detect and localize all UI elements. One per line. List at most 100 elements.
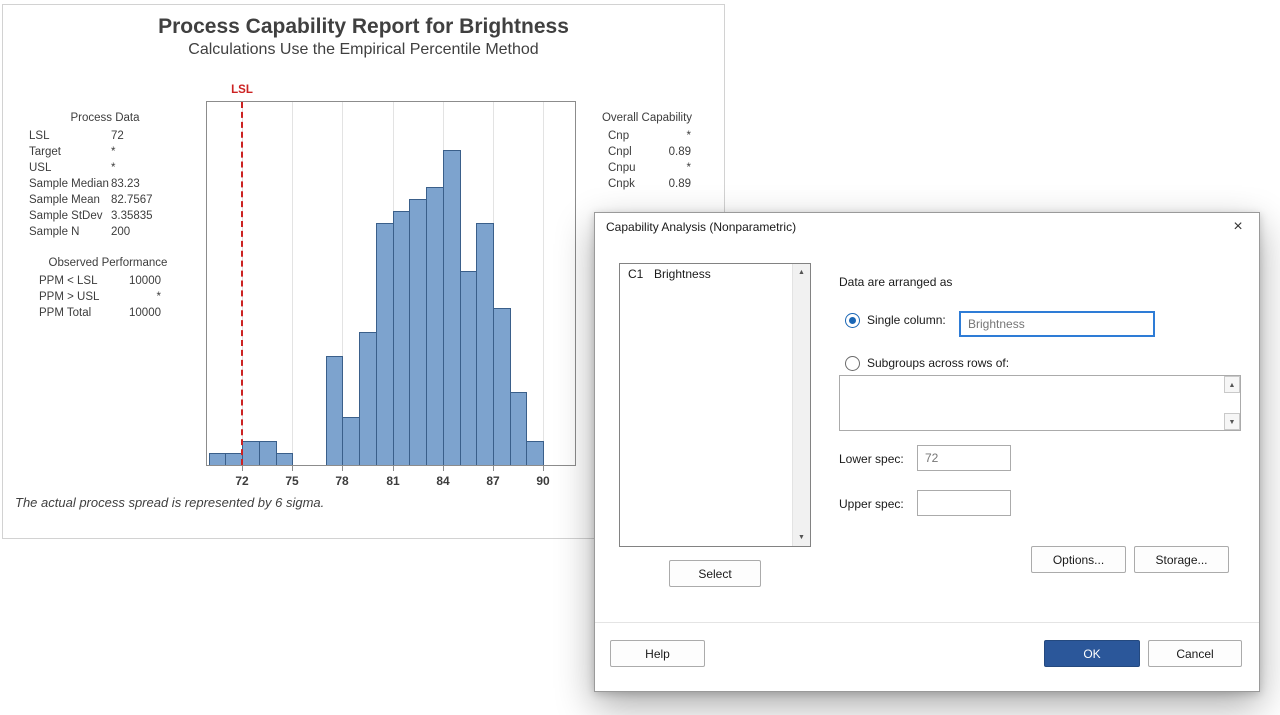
gridline [543, 102, 544, 465]
stat-value: 0.89 [669, 176, 691, 192]
options-button[interactable]: Options... [1031, 546, 1126, 573]
column-list-item[interactable]: C1Brightness [620, 264, 793, 284]
stat-row: PPM Total 10000 [39, 305, 161, 321]
x-tick-mark [493, 466, 494, 471]
upper-spec-input[interactable] [917, 490, 1011, 516]
single-column-input[interactable] [959, 311, 1155, 337]
close-icon[interactable]: × [1221, 213, 1255, 241]
listbox-scrollbar[interactable]: ▲ ▼ [792, 264, 810, 546]
stat-row: LSL 72 [29, 128, 199, 144]
stat-label: Cnpl [608, 144, 632, 160]
stat-label: Cnp [608, 128, 629, 144]
upper-spec-label: Upper spec: [839, 497, 904, 511]
stat-row: PPM > USL* [39, 289, 161, 305]
histogram-bar [393, 211, 410, 465]
capability-analysis-dialog: Capability Analysis (Nonparametric) × C1… [594, 212, 1260, 692]
gridline [292, 102, 293, 465]
stat-label: PPM < LSL [39, 273, 98, 289]
footer-divider [595, 622, 1259, 623]
stat-value: 72 [111, 128, 124, 144]
stat-value: 0.89 [669, 144, 691, 160]
stat-row: Sample StDev 3.35835 [29, 208, 199, 224]
x-tick-mark [242, 466, 243, 471]
stat-value: 10000 [129, 273, 161, 289]
histogram-bar [326, 356, 343, 465]
overall-capability-rows: Cnp * Cnpl 0.89Cnpu*Cnpk 0.89 [608, 128, 691, 192]
storage-button[interactable]: Storage... [1134, 546, 1229, 573]
stat-label: PPM > USL [39, 289, 99, 305]
single-column-radio[interactable] [845, 313, 860, 328]
stat-value: * [111, 144, 115, 160]
histogram-bar [209, 453, 226, 465]
data-arranged-label: Data are arranged as [839, 275, 952, 289]
stat-label: Sample StDev [29, 208, 103, 224]
stat-label: Sample Mean [29, 192, 100, 208]
stat-value: 3.35835 [111, 208, 153, 224]
lower-spec-label: Lower spec: [839, 452, 904, 466]
x-tick-label: 72 [235, 474, 248, 488]
columns-listbox[interactable]: C1Brightness ▲ ▼ [619, 263, 811, 547]
x-tick-mark [443, 466, 444, 471]
histogram-bar [409, 199, 427, 465]
x-tick-mark [393, 466, 394, 471]
select-button[interactable]: Select [669, 560, 761, 587]
x-tick-mark [543, 466, 544, 471]
stat-row: Target * [29, 144, 199, 160]
overall-capability-heading: Overall Capability [597, 112, 697, 124]
x-tick-label: 78 [335, 474, 348, 488]
stat-label: LSL [29, 128, 49, 144]
histogram-bar [342, 417, 360, 465]
stat-row: USL* [29, 160, 199, 176]
histogram-bar [443, 150, 461, 465]
stat-row: Cnpk 0.89 [608, 176, 691, 192]
stat-row: Sample N200 [29, 224, 199, 240]
stat-label: PPM Total [39, 305, 91, 321]
stat-value: 82.7567 [111, 192, 153, 208]
subgroups-input[interactable]: ▲ ▼ [839, 375, 1241, 431]
histogram-bar [242, 441, 260, 465]
process-data-heading: Process Data [25, 112, 185, 124]
stat-label: USL [29, 160, 51, 176]
x-tick-label: 87 [486, 474, 499, 488]
stat-value: 83.23 [111, 176, 140, 192]
scroll-up-icon[interactable]: ▲ [793, 264, 810, 281]
help-button[interactable]: Help [610, 640, 705, 667]
subgroups-radio[interactable] [845, 356, 860, 371]
dialog-title: Capability Analysis (Nonparametric) [606, 220, 796, 234]
histogram-bar [510, 392, 527, 465]
scroll-up-icon[interactable]: ▲ [1224, 376, 1240, 393]
stat-label: Cnpk [608, 176, 635, 192]
stat-row: Cnpu* [608, 160, 691, 176]
histogram-bar [460, 271, 477, 465]
x-tick-label: 84 [436, 474, 449, 488]
column-name: Brightness [654, 267, 711, 281]
stat-value: 10000 [129, 305, 161, 321]
scroll-down-icon[interactable]: ▼ [1224, 413, 1240, 430]
observed-performance-heading: Observed Performance [33, 257, 183, 269]
ok-button[interactable]: OK [1044, 640, 1140, 667]
histogram-bar [276, 453, 293, 465]
single-column-label: Single column: [867, 313, 946, 327]
stat-value: * [687, 128, 691, 144]
x-tick-label: 81 [386, 474, 399, 488]
scroll-down-icon[interactable]: ▼ [793, 529, 810, 546]
histogram-plot [206, 101, 576, 466]
stat-row: Cnp * [608, 128, 691, 144]
stat-label: Target [29, 144, 61, 160]
x-tick-label: 90 [536, 474, 549, 488]
stat-label: Sample Median [29, 176, 109, 192]
histogram-bar [259, 441, 277, 465]
stat-row: Cnpl 0.89 [608, 144, 691, 160]
chart-title: Process Capability Report for Brightness [3, 15, 724, 39]
columns-list: C1Brightness [620, 264, 793, 546]
x-tick-mark [292, 466, 293, 471]
histogram-bar [476, 223, 494, 465]
cancel-button[interactable]: Cancel [1148, 640, 1242, 667]
lower-spec-input[interactable] [917, 445, 1011, 471]
histogram-bar [426, 187, 444, 465]
dialog-titlebar[interactable]: Capability Analysis (Nonparametric) × [595, 213, 1259, 241]
process-data-rows: LSL72Target*USL*Sample Median83.23Sample… [29, 128, 199, 240]
stat-row: Sample Median83.23 [29, 176, 199, 192]
histogram-bar [493, 308, 511, 465]
stat-value: * [687, 160, 691, 176]
